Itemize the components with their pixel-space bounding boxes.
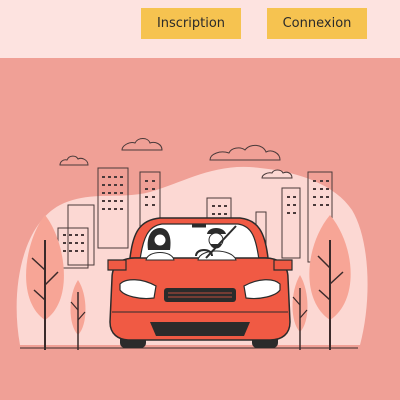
signup-button[interactable]: Inscription: [141, 8, 241, 39]
login-button[interactable]: Connexion: [267, 8, 367, 39]
hero-section: [0, 58, 400, 400]
car-city-illustration: [16, 138, 368, 350]
car-icon: [107, 217, 293, 348]
top-bar: Inscription Connexion: [0, 0, 400, 58]
